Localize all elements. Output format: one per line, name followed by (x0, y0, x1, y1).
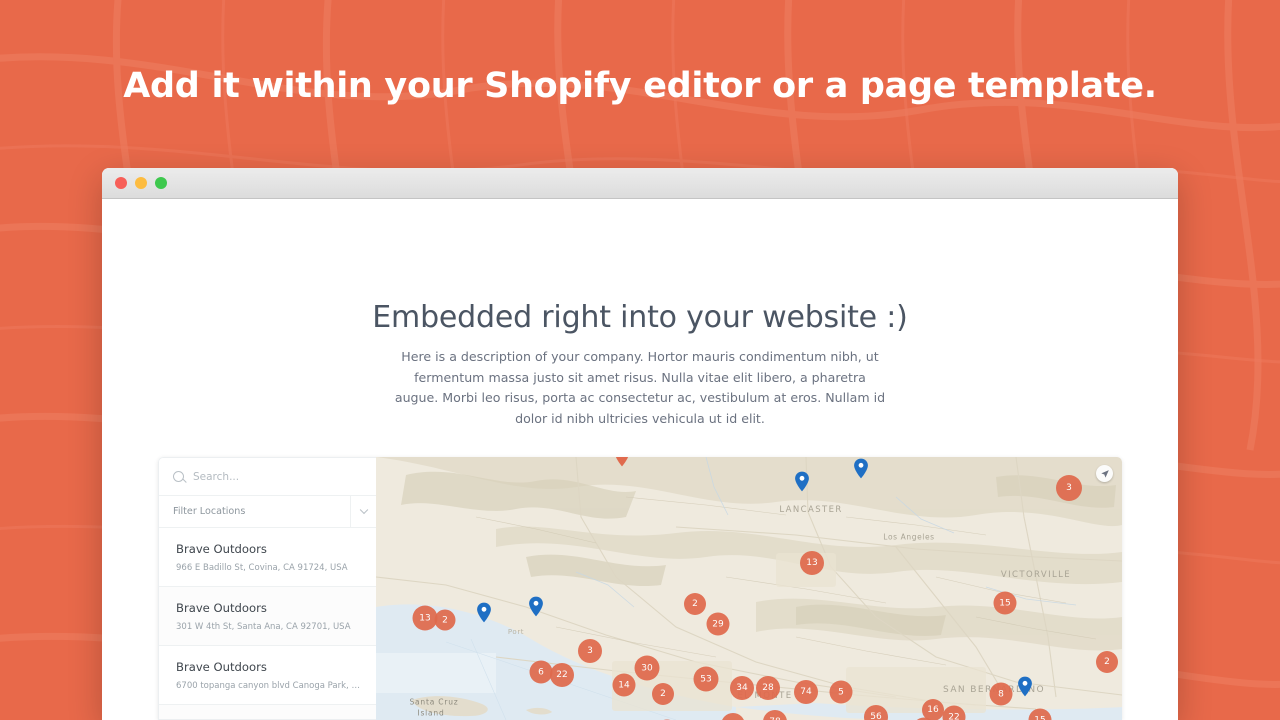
close-button[interactable] (115, 177, 127, 189)
cluster-count: 2 (1104, 657, 1110, 667)
filter-dropdown-toggle[interactable] (350, 496, 376, 527)
map-cluster-marker[interactable]: 28 (756, 676, 780, 700)
cluster-count: 2 (442, 615, 448, 625)
cluster-count: 53 (700, 674, 712, 684)
map-pin-marker[interactable] (1018, 676, 1033, 697)
embedded-heading: Embedded right into your website :) (372, 300, 908, 335)
map-cluster-marker[interactable]: 30 (634, 655, 660, 681)
map-cluster-marker[interactable]: 5 (829, 680, 853, 704)
navigation-arrow-icon (1100, 469, 1109, 478)
company-description: Here is a description of your company. H… (394, 349, 886, 426)
map-cluster-marker[interactable]: 29 (706, 612, 730, 636)
map-label: Santa Cruz (409, 697, 459, 707)
map-cluster-marker[interactable]: 2 (1096, 651, 1118, 673)
geolocate-button[interactable] (1096, 465, 1113, 482)
list-item[interactable]: Brave Outdoors 6700 topanga canyon blvd … (159, 646, 376, 705)
map-pin-marker[interactable] (529, 596, 544, 617)
map-cluster-marker[interactable]: 2 (684, 593, 706, 615)
cluster-count: 15 (999, 598, 1011, 608)
cluster-count: 13 (419, 613, 431, 623)
map-pin-marker[interactable] (795, 471, 810, 492)
filter-locations-label: Filter Locations (173, 506, 246, 517)
location-address: 301 W 4th St, Santa Ana, CA 92701, USA (176, 622, 351, 632)
location-address: 6700 topanga canyon blvd Canoga Park, Ca… (176, 681, 362, 691)
map-label: Port (507, 628, 525, 636)
filter-locations-dropdown[interactable]: Filter Locations (159, 496, 376, 528)
search-input[interactable] (193, 470, 362, 483)
map-pin-marker[interactable] (854, 458, 869, 479)
map-cluster-marker[interactable]: 34 (730, 676, 754, 700)
location-address: 966 E Badillo St, Covina, CA 91724, USA (176, 563, 348, 573)
map-cluster-marker[interactable]: 2 (652, 683, 674, 705)
map-cluster-marker[interactable]: 74 (794, 680, 818, 704)
map-label: VICTORVILLE (1000, 570, 1072, 580)
cluster-count: 16 (927, 705, 939, 715)
cluster-count: 22 (556, 670, 568, 680)
page-title: Add it within your Shopify editor or a p… (123, 66, 1157, 106)
cluster-count: 5 (838, 687, 844, 697)
map-cluster-marker[interactable]: 14 (612, 673, 636, 697)
browser-window: Embedded right into your website :) Here… (102, 168, 1178, 720)
browser-viewport: Embedded right into your website :) Here… (102, 199, 1178, 720)
cluster-count: 2 (660, 689, 666, 699)
cluster-count: 14 (618, 680, 630, 690)
map-cluster-marker[interactable]: 15 (993, 591, 1017, 615)
store-locator-widget: Filter Locations Brave Outdoors 966 E Ba… (158, 457, 1122, 720)
cluster-count: 22 (948, 712, 960, 720)
map-cluster-marker[interactable]: 13 (800, 551, 824, 575)
search-icon (173, 471, 184, 482)
list-item[interactable]: Brave Outdoors (159, 705, 376, 719)
map-cluster-marker[interactable]: 6 (529, 660, 553, 684)
cluster-count: 3 (1066, 483, 1072, 493)
location-name: Brave Outdoors (176, 660, 267, 674)
map-label: Los Angeles (883, 532, 935, 542)
search-bar[interactable] (159, 458, 376, 496)
map-cluster-marker[interactable]: 53 (693, 666, 719, 692)
map-cluster-marker[interactable]: 8 (989, 682, 1013, 706)
minimize-button[interactable] (135, 177, 147, 189)
locator-map[interactable]: LANCASTER Los Angeles VICTORVILLE SAN BE… (376, 457, 1122, 720)
map-cluster-marker[interactable]: 3 (578, 639, 602, 663)
locator-sidebar: Filter Locations Brave Outdoors 966 E Ba… (158, 457, 376, 720)
map-cluster-marker[interactable]: 3 (1056, 475, 1082, 501)
cluster-count: 13 (806, 558, 818, 568)
cluster-count: 56 (870, 712, 882, 720)
cluster-count: 74 (800, 687, 812, 697)
cluster-count: 28 (762, 683, 774, 693)
cluster-count: 30 (641, 663, 653, 673)
cluster-count: 8 (998, 689, 1004, 699)
map-cluster-marker[interactable]: 22 (550, 663, 574, 687)
location-name: Brave Outdoors (176, 542, 267, 556)
map-cluster-marker[interactable]: 2 (434, 609, 456, 631)
list-item[interactable]: Brave Outdoors 966 E Badillo St, Covina,… (159, 528, 376, 587)
cluster-count: 2 (692, 599, 698, 609)
cluster-count: 29 (712, 619, 724, 629)
location-name: Brave Outdoors (176, 601, 267, 615)
chevron-down-icon (359, 505, 368, 514)
zoom-button[interactable] (155, 177, 167, 189)
cluster-count: 6 (538, 667, 544, 677)
map-pin-marker[interactable] (615, 457, 630, 467)
list-item[interactable]: Brave Outdoors 301 W 4th St, Santa Ana, … (159, 587, 376, 646)
map-pin-marker[interactable] (477, 602, 492, 623)
browser-titlebar (102, 168, 1178, 199)
cluster-count: 15 (1034, 715, 1046, 720)
cluster-count: 3 (587, 646, 593, 656)
cluster-count: 34 (736, 683, 748, 693)
map-label: LANCASTER (779, 505, 843, 515)
map-label: Island (417, 708, 445, 718)
